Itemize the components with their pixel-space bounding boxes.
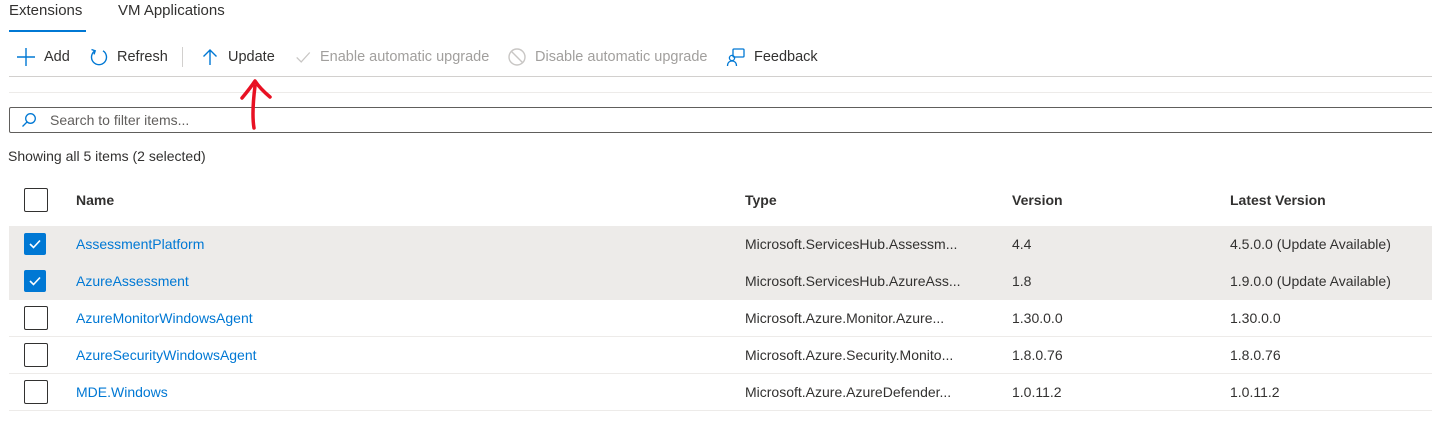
plus-icon	[17, 48, 35, 66]
extension-latest-version-cell: 4.5.0.0 (Update Available)	[1230, 236, 1391, 252]
extension-type-cell: Microsoft.Azure.AzureDefender...	[745, 384, 952, 400]
extension-name-link[interactable]: AzureSecurityWindowsAgent	[76, 347, 257, 363]
enable-automatic-upgrade-button[interactable]: Enable automatic upgrade	[294, 46, 489, 68]
extension-name-link[interactable]: MDE.Windows	[76, 384, 168, 400]
refresh-button-label: Refresh	[117, 49, 168, 65]
extension-name-cell: AzureSecurityWindowsAgent	[76, 337, 257, 373]
extension-version-cell: 1.0.11.2	[1012, 384, 1062, 400]
search-box	[9, 107, 1432, 133]
toolbar-divider-line	[9, 76, 1432, 77]
add-button[interactable]: Add	[16, 46, 70, 68]
extension-type-cell: Microsoft.Azure.Security.Monito...	[745, 347, 954, 363]
extension-type-cell: Microsoft.ServicesHub.Assessm...	[745, 236, 958, 252]
feedback-button-label: Feedback	[754, 49, 818, 65]
enable-automatic-upgrade-label: Enable automatic upgrade	[320, 49, 490, 65]
extension-type-cell: Microsoft.ServicesHub.AzureAss...	[745, 273, 961, 289]
extension-latest-version-cell: 1.0.11.2	[1230, 384, 1280, 400]
toolbar-divider	[182, 47, 183, 67]
extension-latest-version-cell: 1.30.0.0	[1230, 310, 1281, 326]
row-select-cell	[24, 300, 48, 336]
feedback-person-icon	[726, 48, 745, 67]
feedback-button[interactable]: Feedback	[726, 46, 818, 68]
extension-version-cell: 1.8.0.76	[1012, 347, 1063, 363]
row-checkbox[interactable]	[24, 233, 46, 255]
tab-extensions[interactable]: Extensions	[9, 2, 82, 19]
row-select-cell	[24, 374, 48, 410]
column-header-name[interactable]: Name	[76, 178, 114, 222]
disable-automatic-upgrade-label: Disable automatic upgrade	[535, 49, 708, 65]
update-button-label: Update	[228, 49, 275, 65]
extension-name-cell: MDE.Windows	[76, 374, 168, 410]
table-row[interactable]: MDE.Windows Microsoft.Azure.AzureDefende…	[9, 374, 1432, 411]
row-checkbox[interactable]	[24, 270, 46, 292]
update-button[interactable]: Update	[200, 46, 275, 68]
refresh-button[interactable]: Refresh	[89, 46, 168, 68]
row-checkbox[interactable]	[24, 380, 48, 404]
row-select-cell	[24, 337, 48, 373]
active-tab-indicator	[9, 30, 86, 32]
extension-version-cell: 4.4	[1012, 236, 1032, 252]
section-divider-line	[9, 92, 1432, 93]
search-icon	[22, 113, 36, 127]
column-header-latest-version[interactable]: Latest Version	[1230, 178, 1326, 222]
extension-name-cell: AssessmentPlatform	[76, 226, 204, 262]
extension-name-link[interactable]: AzureMonitorWindowsAgent	[76, 310, 253, 326]
tab-bar: Extensions VM Applications	[0, 0, 1432, 34]
select-all-checkbox[interactable]	[24, 188, 48, 212]
extension-version-cell: 1.30.0.0	[1012, 310, 1063, 326]
annotation-arrow-icon	[240, 79, 272, 130]
checkmark-icon	[296, 52, 311, 63]
tab-vm-applications[interactable]: VM Applications	[118, 2, 225, 19]
row-checkbox[interactable]	[24, 306, 48, 330]
extension-version-cell: 1.8	[1012, 273, 1032, 289]
arrow-up-icon	[203, 49, 217, 65]
extension-latest-version-cell: 1.9.0.0 (Update Available)	[1230, 273, 1391, 289]
table-row[interactable]: AssessmentPlatform Microsoft.ServicesHub…	[9, 226, 1432, 263]
column-header-type[interactable]: Type	[745, 178, 777, 222]
row-select-cell	[24, 226, 46, 262]
extension-type-cell: Microsoft.Azure.Monitor.Azure...	[745, 310, 945, 326]
extension-name-link[interactable]: AssessmentPlatform	[76, 236, 204, 252]
row-checkbox[interactable]	[24, 343, 48, 367]
row-select-cell	[24, 263, 46, 299]
command-bar: Add Refresh Update Enable automatic upgr…	[0, 40, 1432, 74]
prohibited-icon	[508, 48, 526, 66]
extension-name-link[interactable]: AzureAssessment	[76, 273, 189, 289]
column-header-version[interactable]: Version	[1012, 178, 1063, 222]
table-row[interactable]: AzureAssessment Microsoft.ServicesHub.Az…	[9, 263, 1432, 300]
refresh-icon	[90, 48, 108, 66]
disable-automatic-upgrade-button[interactable]: Disable automatic upgrade	[507, 46, 708, 68]
checkmark-icon	[29, 276, 41, 286]
select-all-cell	[24, 178, 48, 222]
item-count-summary: Showing all 5 items (2 selected)	[8, 148, 206, 164]
table-row[interactable]: AzureMonitorWindowsAgent Microsoft.Azure…	[9, 300, 1432, 337]
add-button-label: Add	[44, 49, 70, 65]
checkmark-icon	[29, 239, 41, 249]
extension-name-cell: AzureMonitorWindowsAgent	[76, 300, 253, 336]
table-row[interactable]: AzureSecurityWindowsAgent Microsoft.Azur…	[9, 337, 1432, 374]
extensions-page: Extensions VM Applications Add Refresh U…	[0, 0, 1432, 422]
extension-name-cell: AzureAssessment	[76, 263, 189, 299]
grid-header-row: Name Type Version Latest Version	[9, 178, 1432, 222]
extension-latest-version-cell: 1.8.0.76	[1230, 347, 1281, 363]
